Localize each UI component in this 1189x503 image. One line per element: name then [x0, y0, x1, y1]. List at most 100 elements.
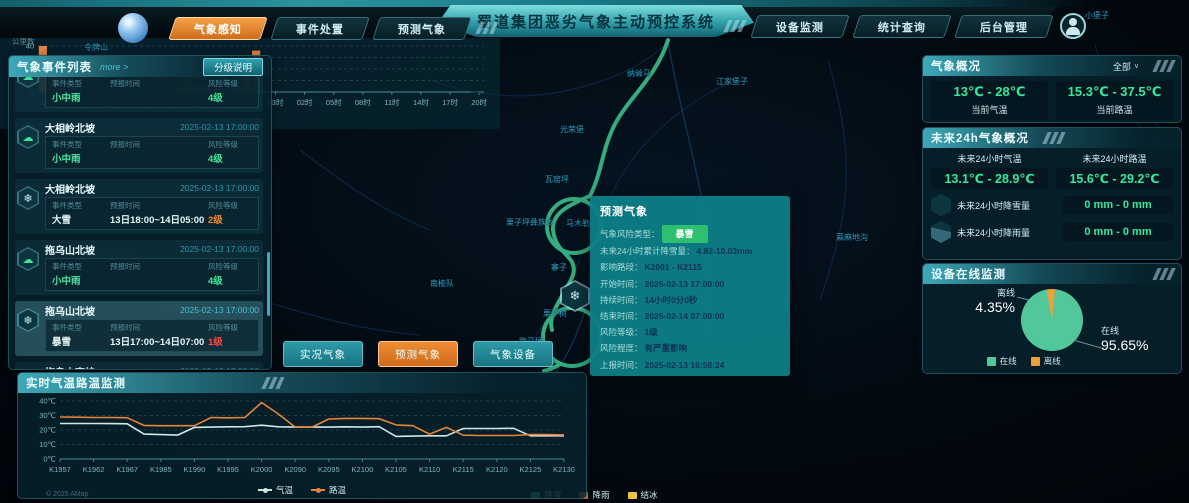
map-button-实况气象[interactable]: 实况气象: [283, 341, 363, 367]
nav-tab-设备监测[interactable]: 设备监测: [750, 15, 849, 38]
next24h-rainfall-label: 未来24小时降雨量: [957, 226, 1057, 239]
temp-line-chart[interactable]: 0℃10℃20℃30℃40℃K1957K1962K1967K1985K1990K…: [24, 395, 580, 479]
tab-label: 事件处置: [296, 20, 344, 36]
event-list-header: 气象事件列表 more > 分级说明: [9, 56, 271, 77]
map-place-label: 蔴麻地沟: [836, 232, 868, 243]
event-location: 大相岭北坡: [45, 181, 95, 196]
svg-text:K1967: K1967: [116, 465, 138, 474]
event-type-value: 小中雨: [52, 151, 110, 165]
legend-item[interactable]: 气温: [258, 484, 293, 496]
legend-item[interactable]: 路温: [311, 484, 346, 496]
field-label-forecast: 预报时间: [110, 78, 208, 89]
legend-item: 在线: [987, 355, 1017, 367]
event-risk-value: 4级: [208, 273, 252, 287]
svg-text:K2090: K2090: [284, 465, 306, 474]
legend-line-marker: [311, 489, 325, 491]
snow-icon: ❄: [17, 308, 39, 332]
next24h-title: 未来24h气象概况: [931, 130, 1029, 146]
device-monitor-title: 设备在线监测: [931, 266, 1006, 282]
event-forecast-value: 13日17:00~14日07:00: [110, 334, 208, 348]
svg-text:K2105: K2105: [385, 465, 407, 474]
field-label-type: 事件类型: [52, 261, 110, 272]
current-air-temp-box: 13℃ - 28℃ 当前气温: [931, 81, 1048, 120]
field-label-risk: 风险等级: [208, 200, 252, 211]
current-air-temp-label: 当前气温: [931, 103, 1048, 116]
map-place-label: 寨子: [551, 262, 567, 273]
offline-label: 离线: [929, 286, 1015, 299]
event-list-item[interactable]: ☁ 拖乌山北坡 2025-02-13 17:00:00 事件类型 预报时间 风险…: [15, 240, 263, 295]
popup-field-label: 持续时间：: [600, 292, 643, 308]
online-callout: 在线 95.65%: [1101, 324, 1148, 353]
popup-field-label: 结束时间：: [600, 308, 643, 324]
event-list-panel: 气象事件列表 more > 分级说明 ☁ 事件类型 预报时间 风险等级 小中雨 …: [8, 55, 272, 370]
next24h-air-temp-value: 13.1℃ - 28.9℃: [931, 168, 1048, 189]
field-label-risk: 风险等级: [208, 322, 252, 333]
map-place-label: 光荣堡: [560, 124, 584, 135]
nav-tab-统计查询[interactable]: 统计查询: [852, 15, 951, 38]
risk-type-badge: 暴雪: [662, 225, 708, 243]
popup-field-label: 未来24小时累计降雪量：: [600, 243, 694, 259]
nav-tab-预测气象[interactable]: 预测气象: [372, 17, 471, 40]
map-button-预测气象[interactable]: 预测气象: [378, 341, 458, 367]
event-forecast-value: [110, 151, 208, 165]
event-timestamp: 2025-02-13 17:00:00: [180, 122, 259, 132]
current-road-temp-box: 15.3℃ - 37.5℃ 当前路温: [1056, 81, 1173, 120]
tab-label: 预测气象: [398, 20, 446, 36]
map-button-气象设备[interactable]: 气象设备: [473, 341, 553, 367]
svg-text:K1985: K1985: [150, 465, 172, 474]
popup-field-label: 风险程度：: [600, 340, 643, 356]
field-label-forecast: 预报时间: [110, 322, 208, 333]
legend-item: 离线: [1031, 355, 1061, 367]
tab-label: 气象感知: [194, 20, 242, 36]
snow-icon: ❄: [17, 186, 39, 210]
event-list-item[interactable]: ❄ 拖乌山南坡 2025-02-13 17:00:00 事件类型 预报时间 风险…: [15, 362, 263, 369]
svg-text:K1990: K1990: [184, 465, 206, 474]
weather-overview-panel: 气象概况 全部 ∨ 13℃ - 28℃ 当前气温 15.3℃ - 37.5℃ 当…: [922, 55, 1182, 123]
svg-text:20℃: 20℃: [39, 426, 56, 435]
tab-label: 设备监测: [776, 18, 824, 34]
svg-text:K2130: K2130: [553, 465, 575, 474]
offline-callout: 离线 4.35%: [929, 286, 1015, 315]
filter-value: 全部: [1113, 60, 1131, 73]
filter-dropdown[interactable]: 全部 ∨: [1113, 60, 1139, 73]
next24h-air-temp-label: 未来24小时气温: [931, 152, 1048, 165]
next24h-panel: 未来24h气象概况 未来24小时气温 未来24小时路温 13.1℃ - 28.9…: [922, 127, 1182, 260]
svg-text:K2125: K2125: [520, 465, 542, 474]
legend-label: 结冰: [641, 489, 658, 501]
device-online-pie-chart[interactable]: [1021, 289, 1083, 351]
event-list-item[interactable]: ❄ 拖乌山北坡 2025-02-13 17:00:00 事件类型 预报时间 风险…: [15, 301, 263, 356]
map-place-label: 瓦窑坪: [545, 174, 569, 185]
svg-text:K1962: K1962: [83, 465, 105, 474]
popup-field-value: 14小时0分0秒: [645, 292, 698, 308]
legend-item[interactable]: 结冰: [628, 489, 658, 501]
event-type-value: 小中雨: [52, 90, 110, 104]
event-timestamp: 2025-02-13 17:00:00: [180, 305, 259, 315]
svg-text:K2000: K2000: [251, 465, 273, 474]
event-list-item[interactable]: ❄ 大相岭北坡 2025-02-13 17:00:00 事件类型 预报时间 风险…: [15, 179, 263, 234]
popup-field-value: K2091 - K2115: [645, 259, 702, 275]
nav-tab-气象感知[interactable]: 气象感知: [168, 17, 267, 40]
nav-tab-后台管理[interactable]: 后台管理: [954, 15, 1053, 38]
temp-line-chart-panel: 实时气温路温监测 0℃10℃20℃30℃40℃K1957K1962K1967K1…: [17, 372, 587, 499]
popup-row: 结束时间：2025-02-14 07:00:00: [600, 308, 780, 324]
snowfall-icon: ❄: [931, 194, 951, 216]
user-avatar[interactable]: [1060, 13, 1086, 39]
field-label-type: 事件类型: [52, 78, 110, 89]
list-scrollbar-thumb[interactable]: [267, 252, 270, 316]
event-list-item[interactable]: ☁ 事件类型 预报时间 风险等级 小中雨 4级: [15, 77, 263, 112]
globe-logo-icon: [118, 13, 148, 43]
tab-label: 后台管理: [980, 18, 1028, 34]
legend-label: 离线: [1044, 355, 1061, 367]
grading-info-button[interactable]: 分级说明: [203, 58, 263, 76]
popup-field-value: 有严重影响: [645, 340, 688, 356]
legend-label: 在线: [1000, 355, 1017, 367]
event-list-item[interactable]: ☁ 大相岭北坡 2025-02-13 17:00:00 事件类型 预报时间 风险…: [15, 118, 263, 173]
popup-field-value: 2025-02-13 17:00:00: [645, 276, 725, 292]
nav-tab-事件处置[interactable]: 事件处置: [270, 17, 369, 40]
svg-text:0℃: 0℃: [43, 455, 56, 464]
popup-row: 未来24小时累计降雪量：4.82-10.03mm: [600, 243, 780, 259]
event-location: 大相岭北坡: [45, 120, 95, 135]
main-nav-right: 设备监测 统计查询 后台管理: [726, 13, 1086, 39]
popup-row: 影响路段：K2091 - K2115: [600, 259, 780, 275]
more-link[interactable]: more >: [100, 62, 128, 72]
